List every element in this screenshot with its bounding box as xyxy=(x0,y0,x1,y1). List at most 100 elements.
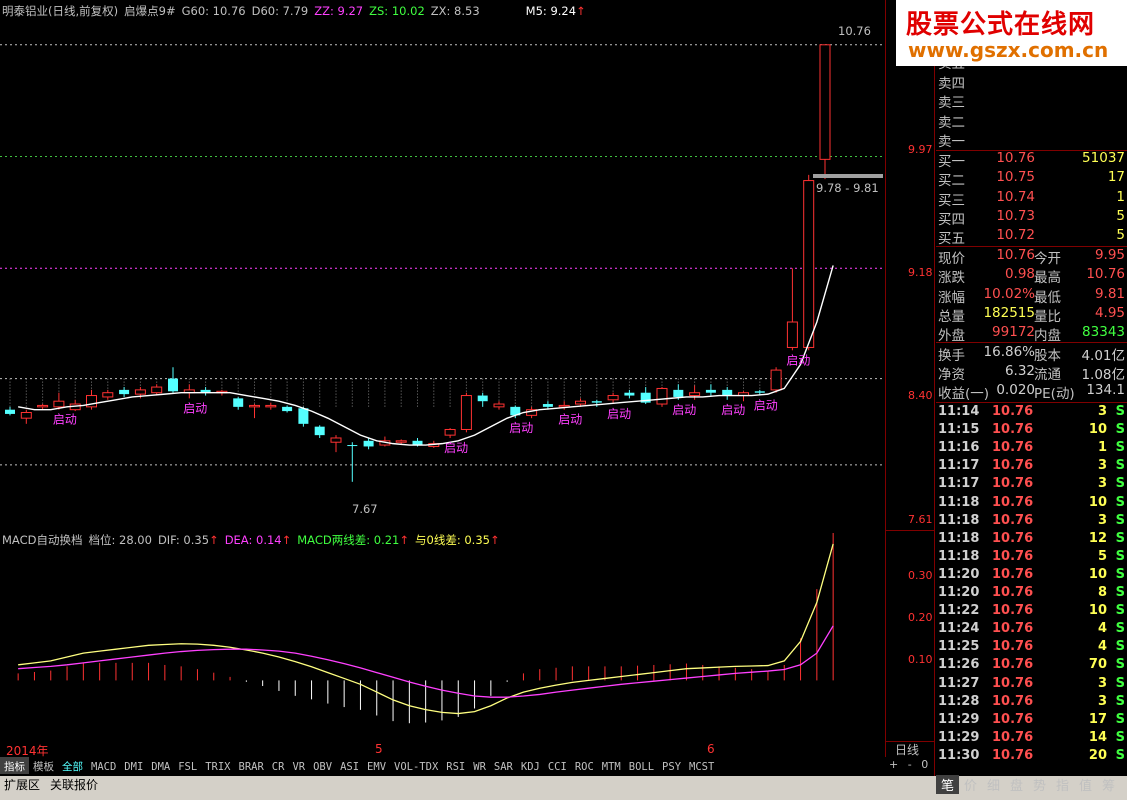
tick-row[interactable]: 11:20 10.76 8 S xyxy=(936,585,1127,603)
candle-body xyxy=(249,404,260,408)
tick-row[interactable]: 11:29 10.76 14 S xyxy=(936,730,1127,748)
period-label[interactable]: 日线 xyxy=(895,741,919,758)
tick-row[interactable]: 11:18 10.76 12 S xyxy=(936,531,1127,549)
tab-dmi[interactable]: DMI xyxy=(120,759,147,773)
tab-dma[interactable]: DMA xyxy=(147,759,174,773)
stat-value: 10.02% xyxy=(983,285,1035,302)
tick-row[interactable]: 11:22 10.76 10 S xyxy=(936,603,1127,621)
bid-row[interactable]: 买五 10.72 5 xyxy=(936,227,1127,247)
tab-trix[interactable]: TRIX xyxy=(201,759,234,773)
tab-brar[interactable]: BRAR xyxy=(235,759,268,773)
bid-row[interactable]: 买二 10.75 17 xyxy=(936,169,1127,189)
tick-time: 11:24 xyxy=(938,621,980,637)
stat-label: 净资 xyxy=(938,366,965,383)
tick-time: 11:17 xyxy=(938,458,980,474)
tick-row[interactable]: 11:24 10.76 4 S xyxy=(936,621,1127,639)
tick-row[interactable]: 11:18 10.76 5 S xyxy=(936,549,1127,567)
tab-boll[interactable]: BOLL xyxy=(625,759,658,773)
bid-row[interactable]: 买四 10.73 5 xyxy=(936,207,1127,228)
tick-row[interactable]: 11:16 10.76 1 S xyxy=(936,440,1127,458)
tab-cr[interactable]: CR xyxy=(268,759,289,773)
tab-cci[interactable]: CCI xyxy=(544,759,571,773)
start-signal-label: 启动 xyxy=(53,413,77,427)
tab-psy[interactable]: PSY xyxy=(658,759,685,773)
quote-stat-row[interactable]: 总量 182515 量比 4.95 xyxy=(936,305,1127,325)
zoom-reset-button[interactable]: 0 xyxy=(921,758,928,771)
ask-row[interactable]: 卖一 xyxy=(936,130,1127,150)
tab-book[interactable]: 盘 xyxy=(1005,775,1028,794)
tick-row[interactable]: 11:26 10.76 70 S xyxy=(936,657,1127,675)
time-axis-month: 6 xyxy=(707,742,715,756)
tab-price[interactable]: 价 xyxy=(959,775,982,794)
tick-price: 10.76 xyxy=(992,494,1034,510)
tick-price: 10.76 xyxy=(992,675,1034,691)
tick-row[interactable]: 11:29 10.76 17 S xyxy=(936,712,1127,730)
quote-stat-row[interactable]: 换手 16.86% 股本 4.01亿 xyxy=(936,344,1127,364)
stat-label: 今开 xyxy=(1034,251,1061,267)
quote-stat-row[interactable]: 现价 10.76 今开 9.95 xyxy=(936,247,1127,267)
zoom-in-button[interactable]: + xyxy=(889,758,898,771)
tab-sar[interactable]: SAR xyxy=(490,759,517,773)
tick-row[interactable]: 11:28 10.76 3 S xyxy=(936,694,1127,712)
tab-kdj[interactable]: KDJ xyxy=(517,759,544,773)
price-chart[interactable]: 启动启动启动启动启动 启动 启动 启动 启动启动 xyxy=(0,0,885,530)
quote-stat-row[interactable]: 涨幅 10.02% 最低 9.81 xyxy=(936,285,1127,306)
start-signal-label: 启动 xyxy=(607,407,631,421)
candle-body xyxy=(673,389,684,397)
ask-row[interactable]: 卖二 xyxy=(936,111,1127,131)
indicator-name: 启爆点9# xyxy=(124,4,176,18)
tick-row[interactable]: 11:27 10.76 3 S xyxy=(936,676,1127,694)
tick-row[interactable]: 11:15 10.76 10 S xyxy=(936,422,1127,440)
zoom-out-button[interactable]: - xyxy=(908,758,912,771)
tab-mtm[interactable]: MTM xyxy=(598,759,625,773)
quote-stat-row[interactable]: 净资 6.32 流通 1.08亿 xyxy=(936,363,1127,383)
tab-vr[interactable]: VR xyxy=(288,759,309,773)
candle-body xyxy=(656,387,668,405)
tab-asi[interactable]: ASI xyxy=(336,759,363,773)
tab-chips[interactable]: 筹 xyxy=(1097,775,1120,794)
ask-row[interactable]: 卖四 xyxy=(936,72,1127,92)
tab-wr[interactable]: WR xyxy=(469,759,490,773)
tick-row[interactable]: 11:25 10.76 4 S xyxy=(936,639,1127,657)
tab-all[interactable]: 全部 xyxy=(58,757,87,774)
tab-detail[interactable]: 细 xyxy=(982,775,1005,794)
extension-area-button[interactable]: 扩展区 xyxy=(4,776,40,793)
quote-stat-row[interactable]: 收益(一) 0.020 PE(动) 134.1 xyxy=(936,382,1127,402)
tick-row[interactable]: 11:18 10.76 10 S xyxy=(936,495,1127,513)
macd-chart[interactable] xyxy=(0,530,885,742)
g60-value: G60: 10.76 xyxy=(181,4,246,18)
tick-row[interactable]: 11:14 10.76 3 S xyxy=(936,404,1127,422)
related-quote-button[interactable]: 关联报价 xyxy=(50,776,98,793)
tab-rsi[interactable]: RSI xyxy=(442,759,469,773)
ask-row[interactable]: 卖三 xyxy=(936,91,1127,111)
tab-indicators[interactable]: 指标 xyxy=(0,757,29,774)
bid-row[interactable]: 买一 10.76 51037 xyxy=(936,150,1127,170)
macd-gear: 档位: 28.00 xyxy=(88,533,152,547)
tab-fsl[interactable]: FSL xyxy=(174,759,201,773)
bid-price: 10.73 xyxy=(996,207,1035,224)
tab-vol-tdx[interactable]: VOL-TDX xyxy=(390,759,442,773)
tab-emv[interactable]: EMV xyxy=(363,759,390,773)
quote-stat-row[interactable]: 涨跌 0.98 最高 10.76 xyxy=(936,266,1127,286)
tick-row[interactable]: 11:17 10.76 3 S xyxy=(936,458,1127,476)
tab-templates[interactable]: 模板 xyxy=(29,757,58,774)
tick-row[interactable]: 11:30 10.76 20 S xyxy=(936,748,1127,766)
tab-macd[interactable]: MACD xyxy=(87,759,120,773)
tab-roc[interactable]: ROC xyxy=(571,759,598,773)
tick-volume: 3 xyxy=(1097,693,1107,709)
tab-obv[interactable]: OBV xyxy=(309,759,336,773)
stat-value: 99172 xyxy=(992,324,1035,341)
tick-row[interactable]: 11:17 10.76 3 S xyxy=(936,476,1127,494)
candle-body xyxy=(444,428,456,436)
tick-row[interactable]: 11:20 10.76 10 S xyxy=(936,567,1127,585)
range-label: 9.78 - 9.81 xyxy=(816,181,879,195)
tab-value[interactable]: 值 xyxy=(1074,775,1097,794)
quote-stat-row[interactable]: 外盘 99172 内盘 83343 xyxy=(936,324,1127,344)
start-signal-label: 启动 xyxy=(558,413,582,427)
tab-ticks[interactable]: 笔 xyxy=(936,775,959,794)
tab-index[interactable]: 指 xyxy=(1051,775,1074,794)
bid-row[interactable]: 买三 10.74 1 xyxy=(936,189,1127,209)
tick-row[interactable]: 11:18 10.76 3 S xyxy=(936,513,1127,531)
tab-mcst[interactable]: MCST xyxy=(685,759,718,773)
tab-trend[interactable]: 势 xyxy=(1028,775,1051,794)
